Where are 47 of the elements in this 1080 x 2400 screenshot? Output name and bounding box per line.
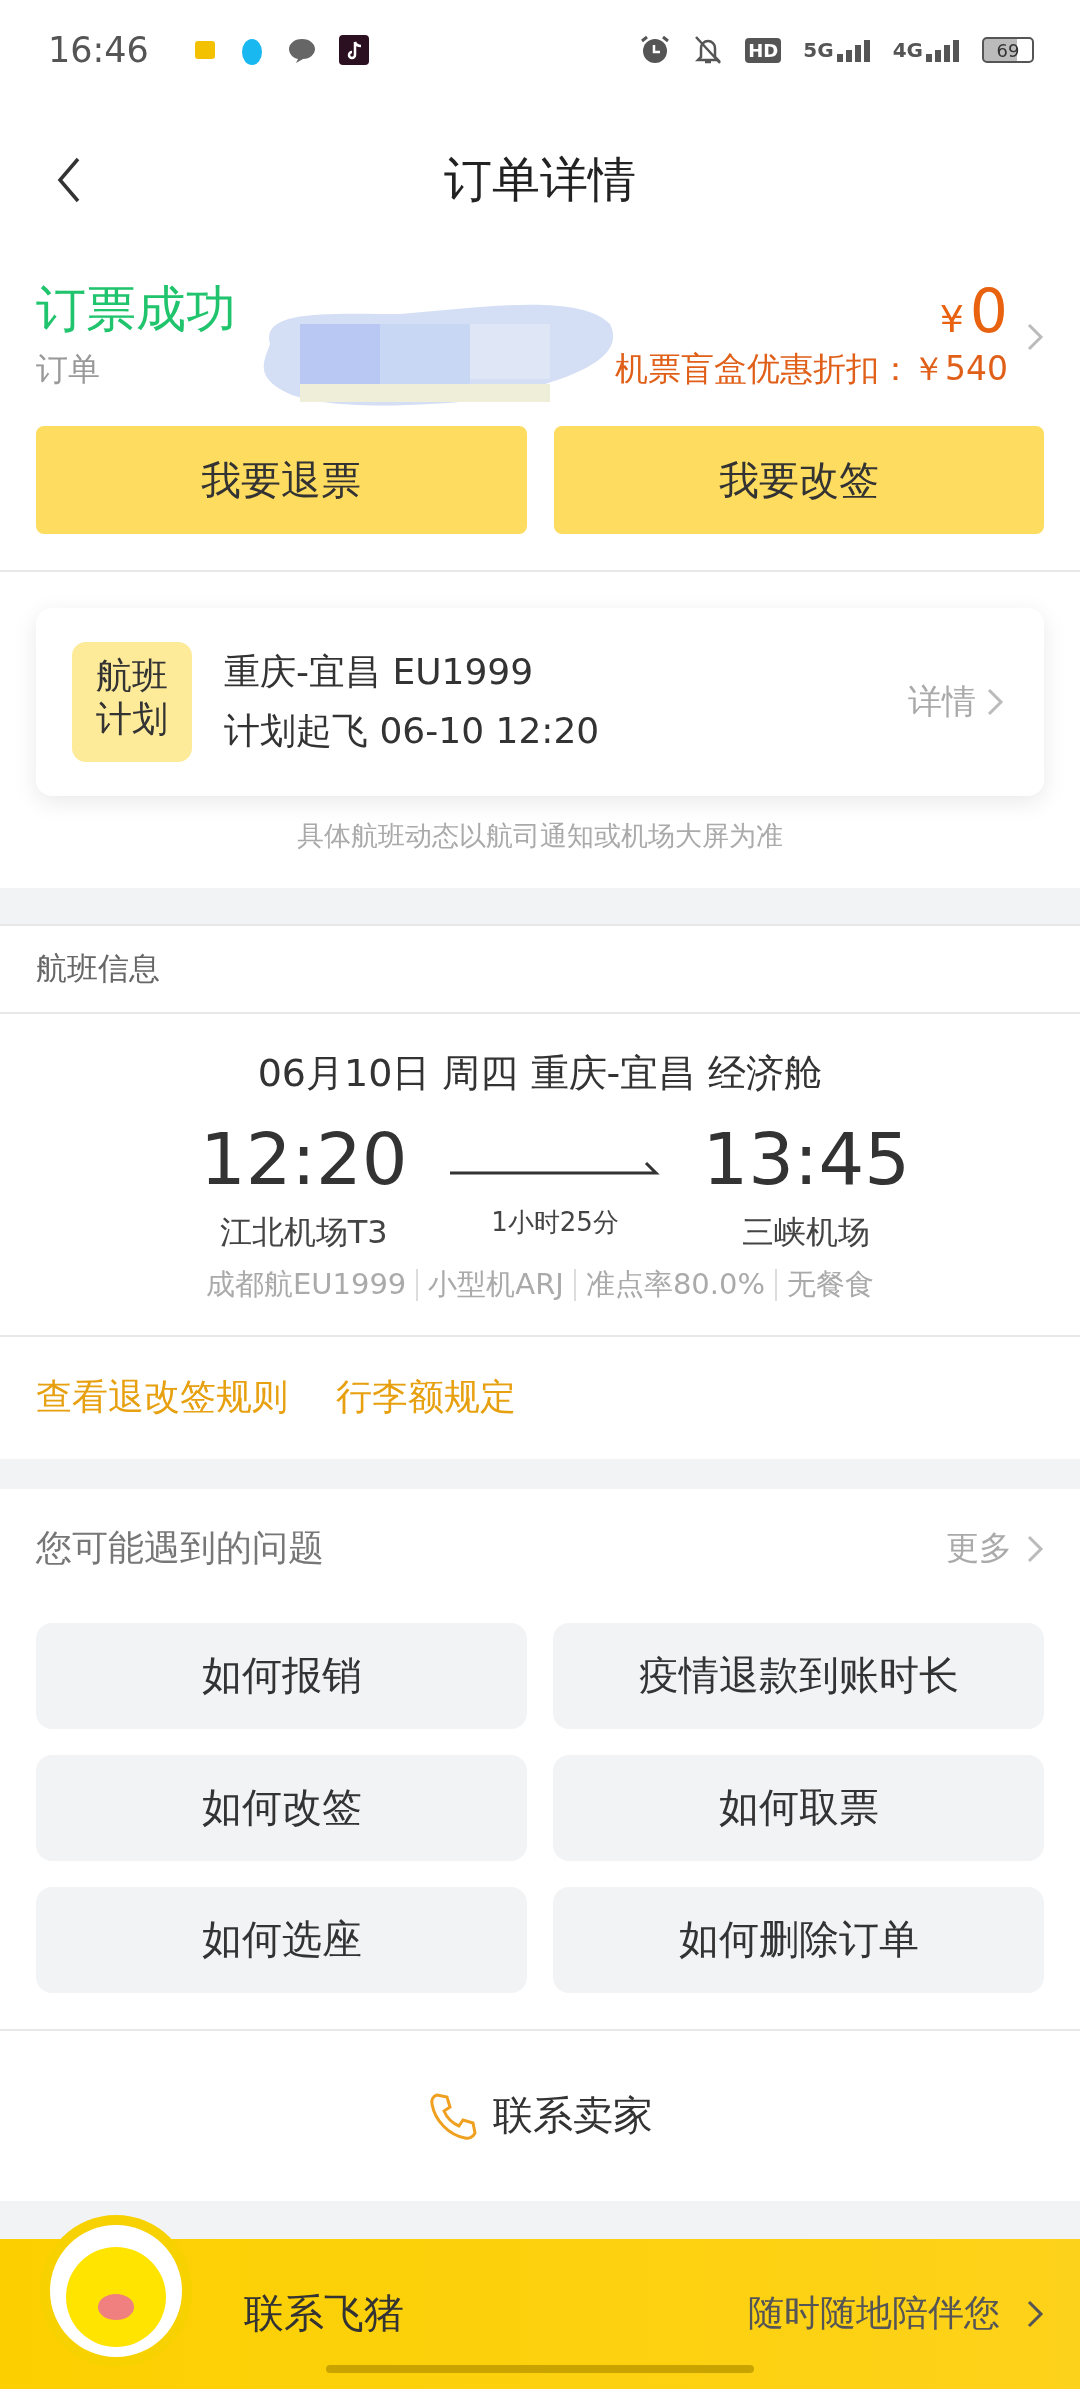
contact-seller-button[interactable]: 联系卖家 [427, 2088, 653, 2144]
flight-summary: 06月10日 周四 重庆-宜昌 经济舱 [256, 1050, 824, 1097]
order-status-text: 订票成功 [36, 284, 236, 334]
order-number: 订单 [36, 349, 101, 390]
question-button[interactable]: 如何改签 [36, 1754, 527, 1861]
signal-bars-icon [836, 40, 871, 62]
disclaimer-text: 具体航班动态以航司通知或机场大屏为准 [296, 819, 784, 853]
question-button[interactable]: 如何报销 [36, 1622, 527, 1729]
departure-time: 12:20 [200, 1123, 408, 1195]
network-label: 5G [803, 38, 834, 62]
question-button[interactable]: 如何选座 [36, 1886, 527, 1993]
banner-tagline: 随时随地陪伴您 [748, 2289, 1044, 2339]
departure-text: 计划起飞 06-10 12:20 [224, 709, 601, 753]
price-text: ¥0 [939, 281, 1008, 341]
duration-text: 1小时25分 [491, 1205, 619, 1239]
arrival-time: 13:45 [702, 1123, 910, 1195]
clock-time: 16:46 [48, 30, 149, 70]
music-note-icon [338, 35, 369, 65]
plan-badge: 航班计划 [72, 642, 192, 762]
airport-name: 江北机场T3 [219, 1212, 388, 1253]
flight-detail: 准点率80.0% [573, 1269, 775, 1301]
action-button[interactable]: 我要退票 [36, 426, 527, 534]
discount-text: 机票盲盒优惠折扣：￥540 [615, 348, 1008, 390]
section-heading: 您可能遇到的问题 [36, 1526, 324, 1571]
chevron-icon [1026, 1533, 1044, 1564]
chevron-icon [1026, 321, 1044, 352]
flight-detail: 无餐食 [775, 1269, 884, 1301]
back-icon[interactable] [56, 156, 82, 204]
battery-level: 69 [982, 37, 1034, 63]
flight-detail: 小型机ARJ [416, 1269, 574, 1301]
section-heading: 航班信息 [0, 926, 1080, 1014]
chevron-icon [986, 687, 1004, 717]
network-label: 4G [892, 38, 923, 62]
page-title: 订单详情 [444, 151, 636, 207]
question-button[interactable]: 疫情退款到账时长 [553, 1622, 1044, 1729]
signal-bars-icon [926, 40, 960, 62]
question-button[interactable]: 如何删除订单 [553, 1886, 1044, 1993]
chevron-icon [1026, 2298, 1044, 2329]
airport-name: 三峡机场 [742, 1212, 871, 1253]
banner-title: 联系飞猪 [244, 2289, 405, 2339]
bell-off-icon [693, 34, 724, 66]
question-button[interactable]: 如何取票 [553, 1754, 1044, 1861]
flight-detail: 成都航EU1999 [204, 1269, 408, 1301]
alarm-clock-icon [639, 34, 672, 66]
network-label: HD [745, 37, 782, 63]
route-text: 重庆-宜昌 EU1999 [224, 650, 535, 694]
action-button[interactable]: 我要改签 [553, 426, 1044, 534]
